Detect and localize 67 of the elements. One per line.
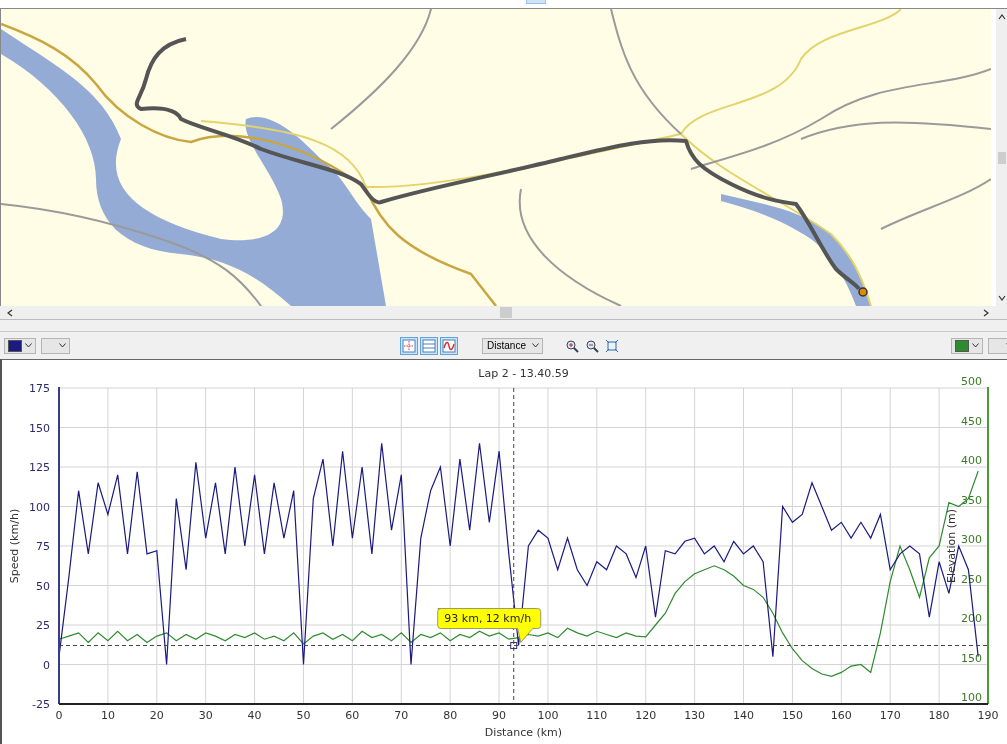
axis-tick-label: 160 bbox=[830, 709, 852, 722]
axis-tick-label: 0 bbox=[55, 709, 63, 722]
axis-tick-label: 75 bbox=[36, 540, 50, 553]
zoom-out-icon bbox=[584, 338, 599, 353]
axis-tick-label: 300 bbox=[961, 533, 982, 546]
axis-tick-label: 175 bbox=[29, 382, 50, 395]
axis-tick-label: 90 bbox=[492, 709, 507, 722]
axis-tick-label: 190 bbox=[977, 709, 999, 722]
caret-icon bbox=[25, 343, 32, 348]
zoom-in-icon bbox=[564, 338, 579, 353]
axis-tick-label: 125 bbox=[29, 461, 50, 474]
axis-tick-label: 150 bbox=[961, 651, 982, 665]
cursor-marker bbox=[510, 642, 518, 650]
scroll-right-icon[interactable] bbox=[982, 308, 990, 317]
scroll-up-icon[interactable] bbox=[997, 13, 1006, 21]
axis-tick-label: 50 bbox=[296, 709, 311, 722]
axis-tick-label: 110 bbox=[586, 709, 608, 722]
axis-tick-label: 180 bbox=[928, 709, 950, 722]
scroll-down-icon[interactable] bbox=[997, 294, 1006, 302]
wave-icon bbox=[442, 338, 457, 353]
view-toggle[interactable] bbox=[420, 336, 439, 355]
axis-tick-label: 100 bbox=[961, 691, 982, 704]
axis-title: Elevation (m) bbox=[945, 509, 958, 583]
vertical-scrollbar[interactable] bbox=[996, 9, 1007, 306]
axis-tick-label: 70 bbox=[394, 709, 409, 722]
axis-title: Distance (km) bbox=[484, 726, 563, 739]
axis-tick-label: 150 bbox=[29, 421, 50, 435]
axis-title: Speed (km/h) bbox=[8, 508, 21, 584]
scroll-left-icon[interactable] bbox=[6, 308, 14, 317]
axis-tick-label: 30 bbox=[198, 709, 213, 722]
axis-tick-label: 150 bbox=[781, 709, 803, 722]
axis-tick-label: 25 bbox=[36, 619, 50, 632]
axis-tick-label: 140 bbox=[733, 709, 755, 722]
caret-icon bbox=[531, 343, 539, 348]
scroll-thumb[interactable] bbox=[500, 307, 512, 318]
axis-tick-label: 20 bbox=[149, 709, 164, 722]
view-toggle[interactable] bbox=[400, 336, 419, 355]
fit-view-icon bbox=[604, 338, 619, 353]
color-picker[interactable] bbox=[4, 337, 36, 354]
axis-tick-label: 40 bbox=[247, 709, 262, 722]
axis-tick-label: 100 bbox=[537, 709, 559, 722]
caret-icon bbox=[59, 343, 66, 348]
axis-tick-label: 450 bbox=[961, 414, 982, 428]
crosshair-icon bbox=[402, 338, 417, 353]
axis-tick-label: 120 bbox=[635, 709, 657, 722]
axis-tick-label: 60 bbox=[345, 709, 360, 722]
color-picker[interactable] bbox=[951, 337, 983, 354]
horizontal-scrollbar[interactable] bbox=[0, 306, 996, 319]
annotation: 93 km, 12 km/h bbox=[444, 611, 532, 625]
scroll-thumb[interactable] bbox=[997, 151, 1006, 164]
axis-tick-label: 130 bbox=[684, 709, 706, 722]
tooltip: 93 km, 12 km/h bbox=[437, 608, 542, 644]
axis-tick-label: 170 bbox=[879, 709, 901, 722]
splitter-handle[interactable] bbox=[525, 0, 546, 4]
view-toggle[interactable] bbox=[440, 336, 459, 355]
axis-tick-label: 100 bbox=[29, 500, 50, 514]
caret-icon bbox=[972, 343, 979, 348]
axis-tick-label: 10 bbox=[100, 709, 115, 722]
split-view-icon bbox=[422, 338, 437, 353]
axis-tick-label: 400 bbox=[961, 454, 982, 467]
axis-tick-label: 0 bbox=[43, 658, 50, 672]
axis-tick-label: 50 bbox=[36, 579, 50, 593]
axis-tick-label: -25 bbox=[32, 698, 50, 711]
axis-dropdown[interactable]: Distance bbox=[482, 337, 543, 354]
chart-title: Lap 2 - 13.40.59 bbox=[478, 367, 569, 380]
axis-tick-label: 500 bbox=[961, 375, 982, 388]
axis-tick-label: 80 bbox=[443, 709, 458, 722]
